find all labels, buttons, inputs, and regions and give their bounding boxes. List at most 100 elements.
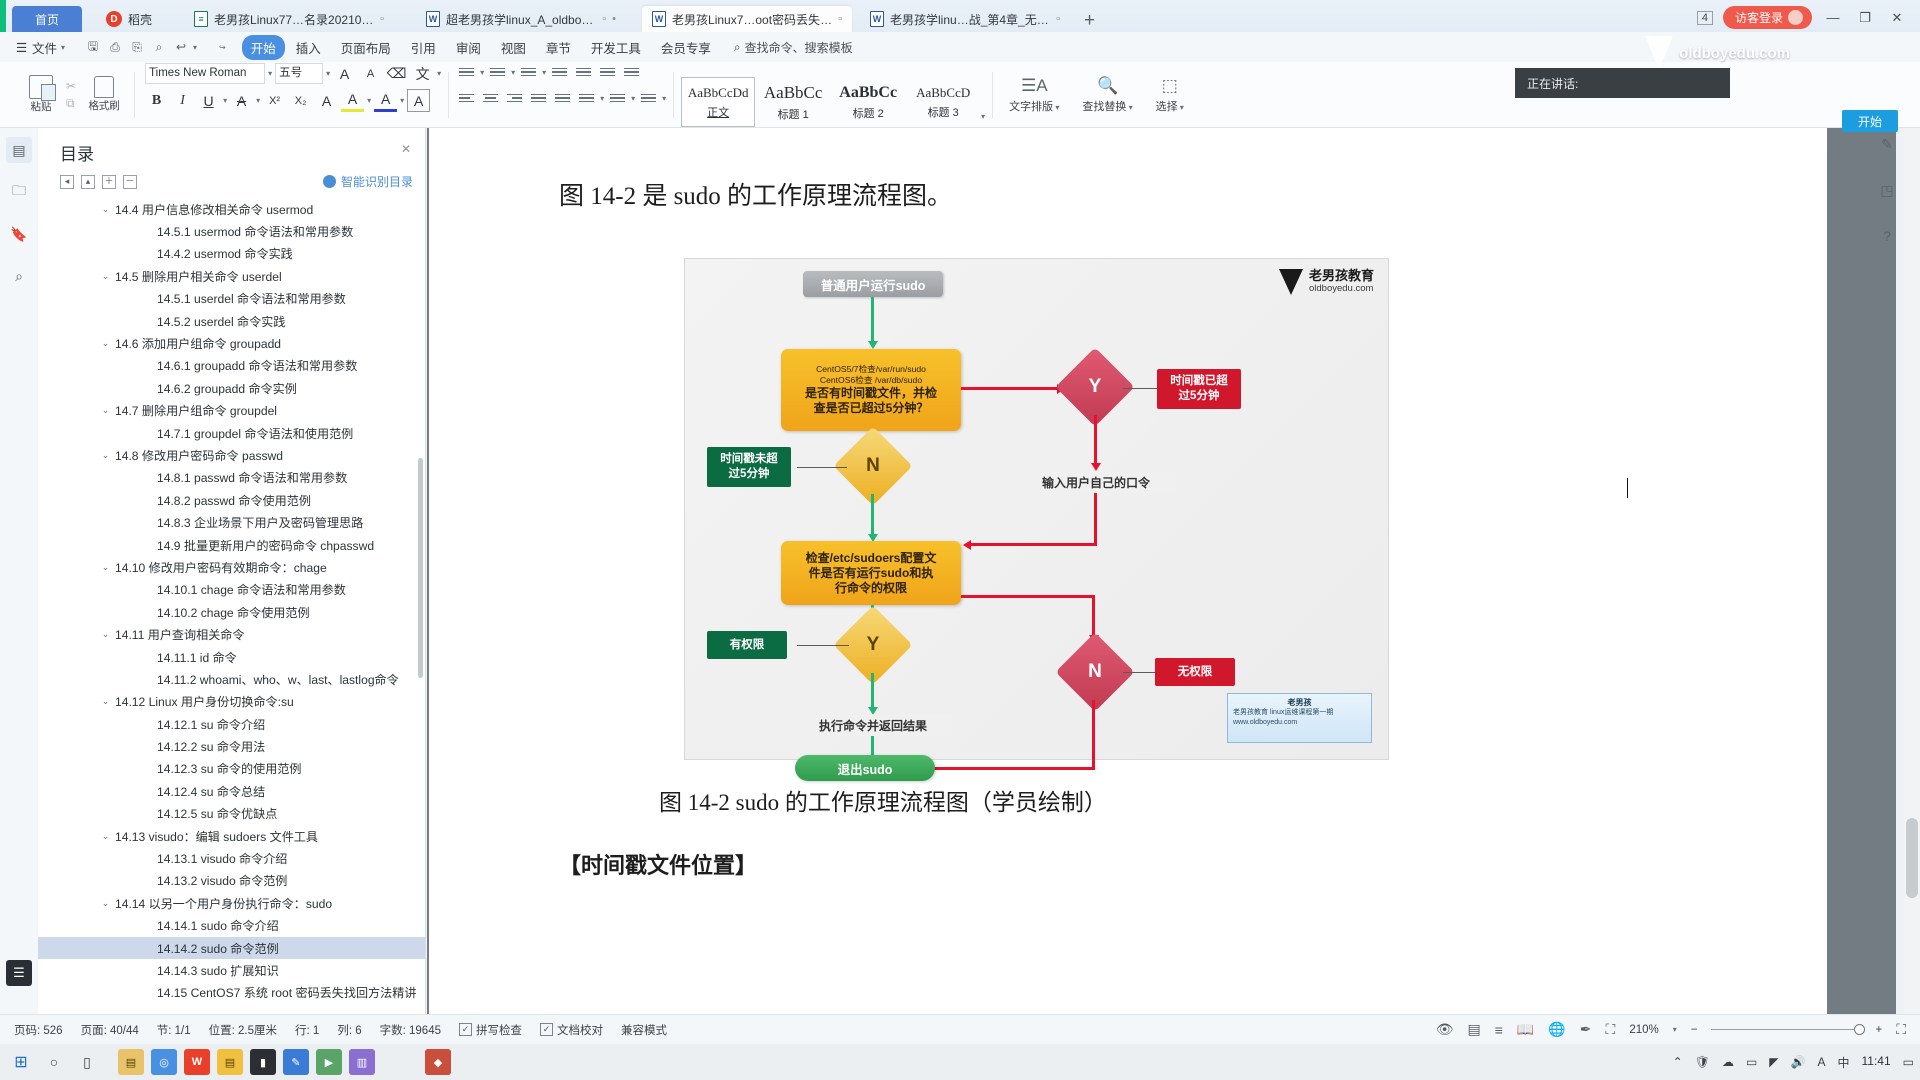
- underline-button[interactable]: U: [197, 89, 220, 112]
- toc-item[interactable]: 14.9 批量更新用户的密码命令 chpasswd: [38, 534, 425, 556]
- shrink-font-icon[interactable]: A: [359, 62, 382, 85]
- view-ink-icon[interactable]: ✒: [1580, 1021, 1592, 1038]
- status-compat-mode[interactable]: 兼容模式: [621, 1022, 667, 1038]
- highlight-color-button[interactable]: A: [341, 89, 365, 112]
- chevron-down-icon[interactable]: ⌄: [100, 338, 111, 349]
- file-menu-button[interactable]: ☰ 文件 ▾: [16, 38, 65, 57]
- chevron-down-icon[interactable]: ⌄: [100, 696, 111, 707]
- chevron-down-icon[interactable]: ▾: [542, 68, 546, 77]
- font-name-input[interactable]: Times New Roman: [145, 63, 266, 84]
- shading-icon[interactable]: [607, 88, 628, 108]
- toc-item[interactable]: 14.8.3 企业场景下用户及密码管理思路: [38, 511, 425, 533]
- char-shading-icon[interactable]: A: [315, 89, 338, 112]
- taskbar-app-chrome[interactable]: ◎: [149, 1047, 179, 1077]
- chevron-down-icon[interactable]: ⌄: [100, 562, 111, 573]
- bullet-list-icon[interactable]: [456, 62, 477, 82]
- clear-format-icon[interactable]: ⌫: [385, 62, 408, 85]
- toc-item[interactable]: 14.5.1 userdel 命令语法和常用参数: [38, 288, 425, 310]
- fullscreen-icon[interactable]: ⛶: [1896, 1021, 1906, 1038]
- toc-next-icon[interactable]: ▴: [81, 174, 95, 189]
- reading-settings-icon[interactable]: 👁: [1436, 1021, 1454, 1038]
- toc-item[interactable]: 14.10.2 chage 命令使用范例: [38, 601, 425, 623]
- toc-item[interactable]: ⌄ 14.13 visudo：编辑 sudoers 文件工具: [38, 825, 425, 847]
- grow-font-icon[interactable]: A: [333, 62, 356, 85]
- status-page-number[interactable]: 页码: 526: [14, 1022, 63, 1038]
- subscript-button[interactable]: X₂: [289, 89, 312, 112]
- login-button[interactable]: 访客登录: [1722, 6, 1812, 29]
- toc-item[interactable]: 14.14.3 sudo 扩展知识: [38, 959, 425, 981]
- tray-network-icon[interactable]: ◤: [1769, 1055, 1778, 1069]
- toc-item[interactable]: 14.8.1 passwd 命令语法和常用参数: [38, 467, 425, 489]
- taskbar-app-terminal[interactable]: ▮: [248, 1047, 278, 1077]
- taskbar-app-wps[interactable]: W: [182, 1047, 212, 1077]
- chevron-down-icon[interactable]: ⌄: [100, 629, 111, 640]
- toc-item[interactable]: 14.14.1 sudo 命令介绍: [38, 915, 425, 937]
- toc-item[interactable]: ⌄ 14.14 以另一个用户身份执行命令：sudo: [38, 892, 425, 914]
- tab-developer-tools[interactable]: 开发工具: [582, 35, 650, 60]
- toc-item[interactable]: 14.7.1 groupdel 命令语法和使用范例: [38, 422, 425, 444]
- pinyin-guide-icon[interactable]: 文: [411, 62, 434, 85]
- toc-item[interactable]: ⌄ 14.4 用户信息修改相关命令 usermod: [38, 198, 425, 220]
- close-icon[interactable]: ✕: [401, 142, 411, 156]
- increase-indent-icon[interactable]: [573, 62, 594, 82]
- save-icon[interactable]: 🖫: [83, 38, 103, 56]
- tray-cloud-icon[interactable]: ☁: [1722, 1055, 1734, 1069]
- chevron-down-icon[interactable]: ⌄: [100, 898, 111, 909]
- toc-collapse-icon[interactable]: －: [123, 174, 137, 189]
- chevron-down-icon[interactable]: ⌄: [100, 271, 111, 282]
- strikethrough-button[interactable]: A: [230, 89, 253, 112]
- toc-item[interactable]: 14.5.1 usermod 命令语法和常用参数: [38, 220, 425, 242]
- toc-item[interactable]: 14.5.2 userdel 命令实践: [38, 310, 425, 332]
- toc-item[interactable]: ⌄ 14.10 修改用户密码有效期命令：chage: [38, 556, 425, 578]
- toc-item[interactable]: 14.8.2 passwd 命令使用范例: [38, 489, 425, 511]
- chevron-down-icon[interactable]: ▾: [437, 69, 441, 78]
- chevron-down-icon[interactable]: ▾: [268, 69, 272, 78]
- start-button[interactable]: ⊞: [6, 1047, 36, 1077]
- status-spellcheck[interactable]: ✓ 拼写检查: [459, 1022, 522, 1038]
- char-border-button[interactable]: A: [407, 89, 431, 112]
- style-heading-3[interactable]: AaBbCcD 标题 3: [906, 77, 980, 127]
- search-pane-icon[interactable]: ⌕: [6, 263, 32, 289]
- undo-dropdown-icon[interactable]: ▾: [193, 43, 197, 52]
- taskbar-app-explorer[interactable]: ▤: [116, 1047, 146, 1077]
- chevron-down-icon[interactable]: ⌄: [100, 405, 111, 416]
- search-icon[interactable]: ○: [39, 1047, 69, 1077]
- font-size-input[interactable]: 五号: [275, 63, 324, 84]
- tray-volume-icon[interactable]: 🔊: [1791, 1055, 1806, 1069]
- toc-item[interactable]: 14.6.1 groupadd 命令语法和常用参数: [38, 355, 425, 377]
- chevron-down-icon[interactable]: ▾: [367, 96, 371, 105]
- sort-icon[interactable]: [597, 62, 618, 82]
- smart-toc-button[interactable]: 智能识别目录: [322, 173, 413, 190]
- chevron-down-icon[interactable]: ▾: [223, 96, 227, 105]
- show-marks-icon[interactable]: [621, 62, 642, 82]
- paste-button[interactable]: 粘贴: [21, 75, 61, 114]
- toc-item[interactable]: 14.12.5 su 命令优缺点: [38, 803, 425, 825]
- tab-more-icon[interactable]: •: [612, 13, 616, 25]
- taskbar-app-extra-1[interactable]: ◆: [423, 1047, 453, 1077]
- line-spacing-icon[interactable]: [576, 88, 597, 108]
- chevron-down-icon[interactable]: ▾: [600, 94, 604, 103]
- chevron-down-icon[interactable]: ▾: [1673, 1025, 1677, 1034]
- view-page-layout-icon[interactable]: ▤: [1467, 1021, 1480, 1038]
- toc-expand-icon[interactable]: ＋: [102, 174, 116, 189]
- tab-count-badge[interactable]: 4: [1696, 10, 1713, 25]
- tray-battery-icon[interactable]: ▭: [1746, 1055, 1757, 1069]
- tab-close-icon[interactable]: ▫: [380, 13, 384, 25]
- status-page-count[interactable]: 页面: 40/44: [81, 1022, 139, 1038]
- bookmark-icon[interactable]: 🔖: [6, 221, 32, 247]
- style-heading-2[interactable]: AaBbCc 标题 2: [831, 77, 905, 127]
- toc-item[interactable]: 14.13.2 visudo 命令范例: [38, 870, 425, 892]
- print-icon[interactable]: ⎙: [105, 38, 125, 56]
- taskbar-app-chart[interactable]: ▥: [347, 1047, 377, 1077]
- decrease-indent-icon[interactable]: [549, 62, 570, 82]
- align-left-icon[interactable]: [456, 88, 477, 108]
- view-outline-icon[interactable]: ≡: [1495, 1022, 1503, 1038]
- tab-close-icon[interactable]: ▫: [838, 13, 842, 25]
- toc-item[interactable]: ⌄ 14.5 删除用户相关命令 userdel: [38, 265, 425, 287]
- toc-item[interactable]: ⌄ 14.12 Linux 用户身份切换命令:su: [38, 691, 425, 713]
- toc-scrollbar-thumb[interactable]: [418, 458, 423, 678]
- tab-sheet-1[interactable]: 老男孩Linux77…名录20210511 ▫: [184, 6, 394, 32]
- status-position[interactable]: 位置: 2.5厘米: [209, 1022, 277, 1038]
- copy-icon[interactable]: ⧉: [66, 96, 76, 111]
- tray-language-icon[interactable]: A: [1817, 1055, 1825, 1069]
